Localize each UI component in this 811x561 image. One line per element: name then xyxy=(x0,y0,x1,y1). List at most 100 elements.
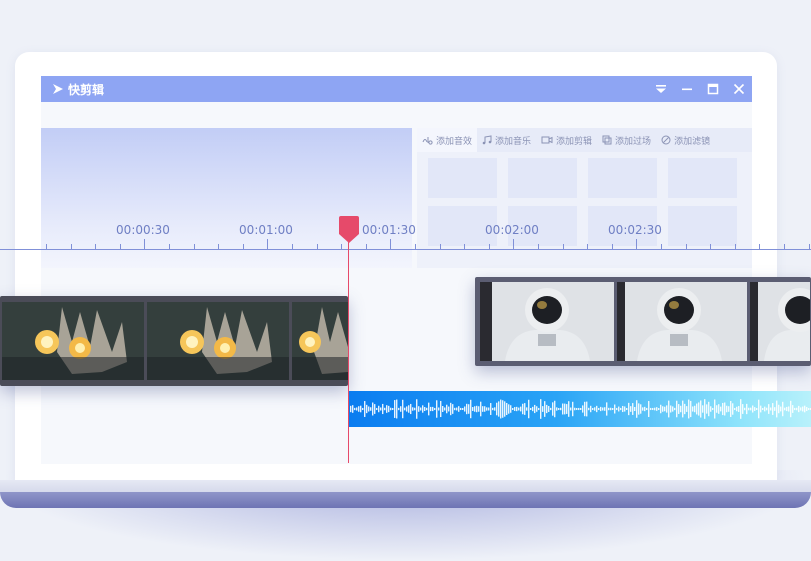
clip-frames xyxy=(480,282,810,361)
ruler-label: 00:01:00 xyxy=(239,223,293,237)
clip-frame-thumbnail xyxy=(750,282,810,361)
waveform-bar xyxy=(806,407,808,411)
waveform-bar xyxy=(772,403,774,415)
waveform-bar xyxy=(596,405,598,413)
waveform-bar xyxy=(592,407,594,411)
waveform-bar xyxy=(366,404,368,414)
transition-icon xyxy=(602,135,612,145)
waveform-bar xyxy=(546,404,548,414)
dropdown-menu-button[interactable] xyxy=(648,76,674,102)
waveform-bar xyxy=(448,406,450,412)
tab-add-music[interactable]: 添加音乐 xyxy=(477,128,536,152)
waveform-bar xyxy=(378,405,380,413)
waveform-bar xyxy=(624,406,626,412)
video-clip-astronaut[interactable] xyxy=(475,277,811,366)
music-note-icon xyxy=(482,135,492,145)
waveform-bar xyxy=(660,404,662,414)
waveform-bar xyxy=(712,407,714,411)
waveform-bar xyxy=(780,406,782,412)
waveform-bar xyxy=(426,407,428,411)
clip-frame-thumbnail xyxy=(2,302,144,380)
close-button[interactable] xyxy=(726,76,752,102)
tab-add-sound-effect[interactable]: 添加音效 xyxy=(417,128,478,152)
ruler-tick xyxy=(784,244,785,249)
ruler-tick xyxy=(71,244,72,249)
waveform-bar xyxy=(652,407,654,411)
ruler-tick xyxy=(710,244,711,249)
asset-tile[interactable] xyxy=(668,158,737,198)
waveform-bar xyxy=(800,407,802,411)
waveform-bar xyxy=(522,403,524,415)
waveform-bar xyxy=(708,401,710,417)
waveform-bar xyxy=(452,404,454,414)
waveform-bar xyxy=(360,405,362,413)
window-controls xyxy=(648,76,752,102)
waveform-bar xyxy=(580,407,582,411)
waveform-bar xyxy=(662,406,664,412)
video-camera-icon xyxy=(541,136,553,144)
ruler-tick xyxy=(169,244,170,249)
waveform-bar xyxy=(696,403,698,415)
waveform-bar xyxy=(390,407,392,411)
waveform-bar xyxy=(526,407,528,411)
asset-tile[interactable] xyxy=(508,158,577,198)
waveform-bar xyxy=(610,407,612,411)
waveform-bar xyxy=(576,407,578,411)
waveform-bar xyxy=(618,406,620,412)
close-icon xyxy=(733,83,745,95)
waveform-bar xyxy=(356,407,358,411)
asset-tile[interactable] xyxy=(428,158,497,198)
ruler-label: 00:02:00 xyxy=(485,223,539,237)
waveform-bar xyxy=(516,406,518,412)
tab-label: 添加剪辑 xyxy=(556,136,593,147)
tab-add-transition[interactable]: 添加过场 xyxy=(597,128,656,152)
waveform-bar xyxy=(724,402,726,416)
waveform-bar xyxy=(462,407,464,411)
ruler-baseline xyxy=(0,249,811,250)
ruler-tick xyxy=(218,244,219,249)
waveform-bar xyxy=(458,406,460,412)
waveform-bar xyxy=(778,404,780,414)
waveform-bar xyxy=(484,406,486,412)
waveform-bar xyxy=(574,407,576,411)
timeline-ruler[interactable]: 00:00:30 00:01:00 00:01:30 00:02:00 00:0… xyxy=(0,215,811,251)
tab-add-clip[interactable]: 添加剪辑 xyxy=(536,128,597,152)
waveform-bar xyxy=(730,400,732,418)
waveform-bar xyxy=(556,407,558,411)
waveform-bar xyxy=(350,405,352,413)
minimize-button[interactable] xyxy=(674,76,700,102)
ruler-tick xyxy=(415,244,416,249)
audio-clip[interactable] xyxy=(348,391,811,427)
waveform-bar xyxy=(700,400,702,418)
waveform-bar xyxy=(674,407,676,411)
waveform-bar xyxy=(518,407,520,411)
waveform-bar xyxy=(564,403,566,415)
video-clip-light-bulbs[interactable] xyxy=(0,296,348,386)
waveform-bar xyxy=(530,407,532,411)
waveform-bar xyxy=(690,400,692,418)
waveform-bar xyxy=(598,407,600,411)
waveform-bar xyxy=(476,405,478,413)
tab-label: 添加滤镜 xyxy=(674,136,711,147)
waveform-bar xyxy=(710,406,712,412)
waveform-bar xyxy=(738,406,740,412)
waveform-bar xyxy=(744,407,746,411)
waveform-bar xyxy=(494,407,496,411)
waveform-bar xyxy=(464,406,466,412)
waveform-bar xyxy=(604,407,606,411)
maximize-button[interactable] xyxy=(700,76,726,102)
waveform-bar xyxy=(794,407,796,411)
asset-tile[interactable] xyxy=(588,158,657,198)
waveform-bar xyxy=(786,406,788,412)
waveform-bar xyxy=(558,407,560,411)
ruler-label: 00:00:30 xyxy=(116,223,170,237)
waveform-bar xyxy=(762,407,764,411)
waveform-bar xyxy=(428,402,430,416)
title-bar: 快剪辑 xyxy=(41,76,752,102)
waveform-bar xyxy=(524,403,526,415)
waveform-bar xyxy=(616,407,618,411)
tab-add-filter[interactable]: 添加滤镜 xyxy=(656,128,715,152)
waveform-bar xyxy=(636,400,638,418)
ruler-tick xyxy=(243,244,244,249)
playhead-handle[interactable] xyxy=(339,216,359,243)
